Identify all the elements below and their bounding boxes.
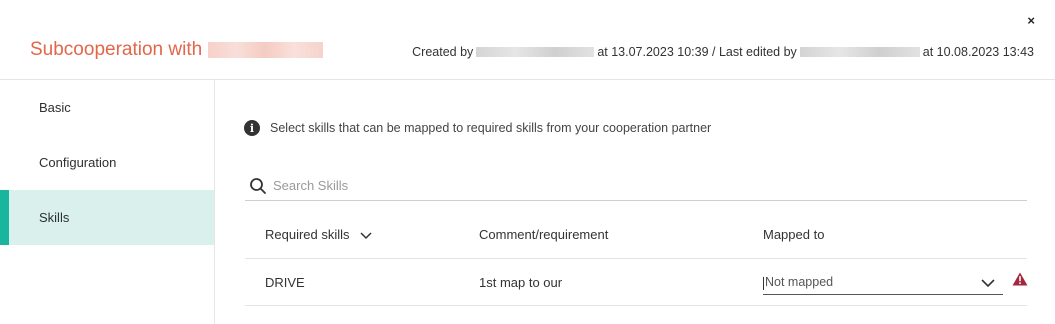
table-header: Required skills Comment/requirement Mapp… <box>245 210 1027 259</box>
skills-table: Required skills Comment/requirement Mapp… <box>245 210 1028 306</box>
required-skill-cell: DRIVE <box>265 275 305 290</box>
dialog-title-text: Subcooperation with <box>30 39 203 60</box>
sidebar-item-label: Configuration <box>39 155 117 170</box>
sidebar-item-basic[interactable]: Basic <box>0 80 214 135</box>
created-at-text: at 13.07.2023 10:39 / Last edited by <box>597 45 797 59</box>
column-header-comment: Comment/requirement <box>479 210 608 259</box>
dialog-header: Subcooperation with Created by at 13.07.… <box>0 0 1055 80</box>
sidebar-item-label: Basic <box>39 100 71 115</box>
chevron-down-icon <box>981 278 995 287</box>
mapped-to-value: Not mapped <box>765 275 834 290</box>
info-icon: i <box>244 120 260 136</box>
search-icon <box>250 177 266 194</box>
redacted-editor <box>799 47 920 57</box>
mapped-to-select[interactable]: Not mapped <box>763 271 1003 295</box>
redacted-partner-name <box>208 42 324 58</box>
chevron-down-icon <box>360 231 372 239</box>
audit-info: Created by at 13.07.2023 10:39 / Last ed… <box>412 45 1034 59</box>
close-button[interactable]: × <box>1027 14 1035 27</box>
column-header-mapped-to: Mapped to <box>763 210 824 259</box>
column-header-required-skills[interactable]: Required skills <box>265 210 373 259</box>
sidebar-item-configuration[interactable]: Configuration <box>0 135 214 190</box>
sidebar-item-skills[interactable]: Skills <box>0 190 214 245</box>
comment-cell: 1st map to our <box>479 275 563 290</box>
sidebar: Basic Configuration Skills <box>0 80 215 324</box>
warning-icon <box>1012 272 1028 286</box>
sidebar-item-label: Skills <box>39 210 70 225</box>
search-bar[interactable] <box>245 171 1027 201</box>
skills-panel: i Select skills that can be mapped to re… <box>216 80 1055 324</box>
column-header-label: Mapped to <box>763 227 825 242</box>
dialog-title: Subcooperation with <box>30 39 324 61</box>
redacted-creator <box>476 47 595 57</box>
info-text: Select skills that can be mapped to requ… <box>270 121 712 135</box>
column-header-label: Required skills <box>265 227 350 242</box>
edited-at-text: at 10.08.2023 13:43 <box>922 45 1034 59</box>
created-by-label: Created by <box>412 45 474 59</box>
search-input[interactable] <box>273 178 973 193</box>
info-message: i Select skills that can be mapped to re… <box>244 120 711 136</box>
column-header-label: Comment/requirement <box>479 227 609 242</box>
table-row: DRIVE 1st map to our Not mapped <box>245 259 1028 306</box>
